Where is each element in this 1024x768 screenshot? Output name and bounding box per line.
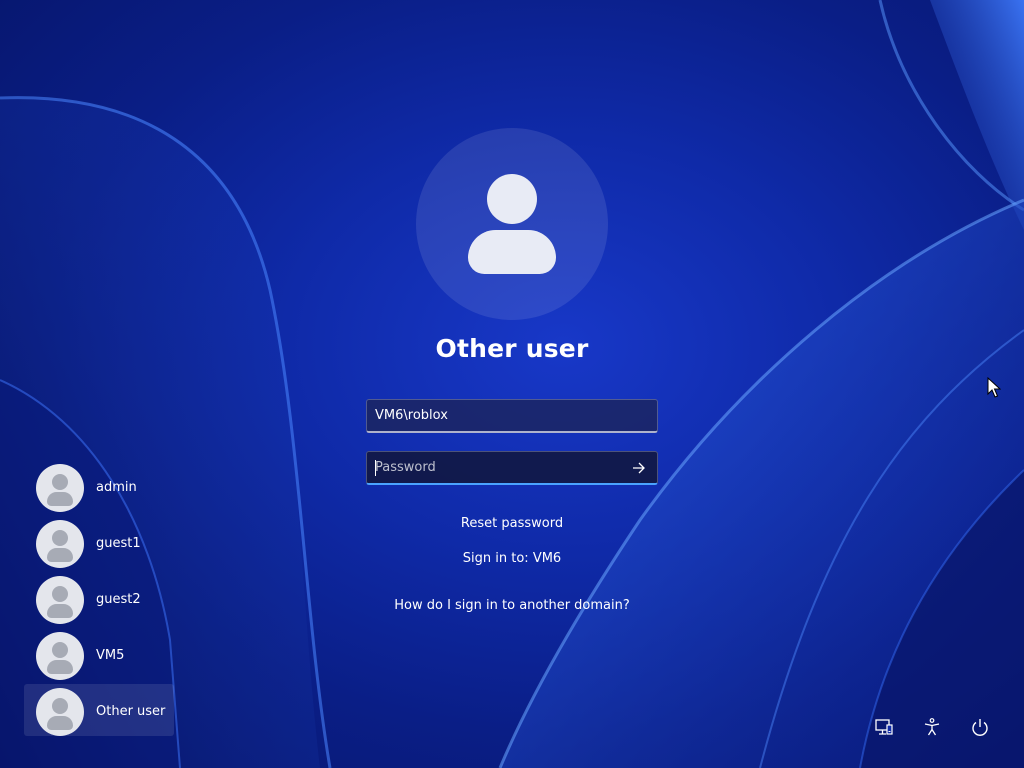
accessibility-icon — [924, 718, 940, 736]
user-name: admin — [96, 480, 137, 495]
user-name: Other user — [96, 704, 166, 719]
password-field[interactable] — [366, 451, 658, 485]
power-icon — [972, 719, 988, 736]
accessibility-button[interactable] — [919, 714, 945, 740]
user-title: Other user — [435, 334, 589, 363]
user-list: admin guest1 guest2 VM5 Other user — [24, 460, 174, 740]
user-avatar-large — [416, 128, 608, 320]
user-avatar-icon — [36, 576, 84, 624]
arrow-right-icon — [633, 462, 645, 474]
mouse-cursor-icon — [987, 377, 1001, 398]
network-icon — [875, 719, 893, 735]
submit-arrow-button[interactable] — [627, 457, 651, 479]
user-avatar-icon — [36, 688, 84, 736]
user-item-admin[interactable]: admin — [24, 460, 174, 512]
avatar-head — [487, 174, 537, 224]
user-name: VM5 — [96, 648, 125, 663]
user-item-vm5[interactable]: VM5 — [24, 628, 174, 680]
user-avatar-icon — [36, 464, 84, 512]
power-button[interactable] — [967, 714, 993, 740]
text-caret — [375, 460, 376, 476]
user-avatar-icon — [36, 520, 84, 568]
password-input[interactable] — [367, 452, 633, 483]
network-button[interactable] — [871, 714, 897, 740]
user-name: guest2 — [96, 592, 141, 607]
user-item-guest2[interactable]: guest2 — [24, 572, 174, 624]
user-avatar-icon — [36, 632, 84, 680]
avatar-body — [468, 230, 556, 274]
user-item-other-user[interactable]: Other user — [24, 684, 174, 736]
username-input[interactable] — [367, 400, 633, 431]
user-name: guest1 — [96, 536, 141, 551]
user-item-guest1[interactable]: guest1 — [24, 516, 174, 568]
username-field[interactable] — [366, 399, 658, 433]
